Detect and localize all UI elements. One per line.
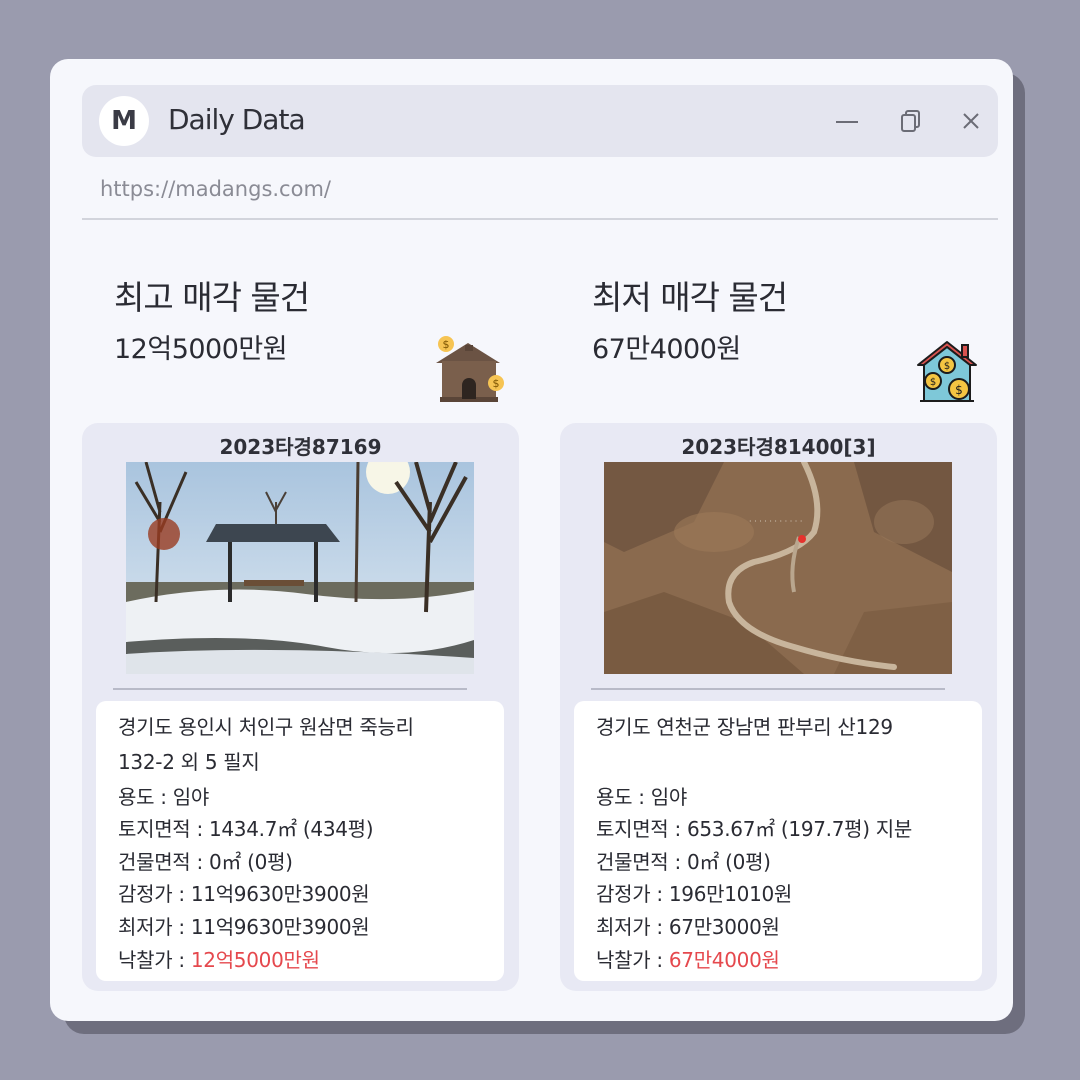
property-info: 경기도 연천군 장남면 판부리 산129 용도 : 임야 토지면적 : 653.… — [574, 701, 982, 981]
minimum-price-text: 최저가 : 11억9630만3900원 — [118, 915, 370, 939]
card-divider — [591, 688, 945, 690]
case-number: 2023타경87169 — [219, 435, 382, 459]
lowest-sale-card[interactable]: 2023타경81400[3] · · · · · · · · · · · 경기도… — [560, 423, 997, 991]
address-line-1: 경기도 용인시 처인구 원삼면 죽능리 — [118, 715, 414, 739]
restore-icon — [901, 110, 920, 132]
minimize-button[interactable] — [831, 105, 863, 137]
winning-bid-label: 낙찰가 : — [596, 948, 669, 972]
property-photo — [126, 462, 474, 674]
svg-text:$: $ — [493, 377, 500, 390]
address-line-2: 132-2 외 5 필지 — [118, 750, 260, 774]
building-area-text: 건물면적 : 0㎡ (0평) — [118, 850, 293, 874]
winning-bid-label: 낙찰가 : — [118, 948, 191, 972]
lowest-sale-price: 67만4000원 — [592, 334, 741, 365]
svg-text:$: $ — [955, 383, 963, 397]
property-photo: · · · · · · · · · · · — [604, 462, 952, 674]
winning-bid-value: 12억5000만원 — [190, 948, 320, 972]
usage-text: 용도 : 임야 — [118, 785, 209, 809]
address-line-1: 경기도 연천군 장남면 판부리 산129 — [596, 715, 893, 739]
header-divider — [82, 218, 998, 220]
close-icon — [963, 113, 979, 129]
building-area-text: 건물면적 : 0㎡ (0평) — [596, 850, 771, 874]
money-house-icon: $ $ — [436, 336, 504, 402]
url-text[interactable]: https://madangs.com/ — [100, 177, 331, 201]
highest-sale-price: 12억5000만원 — [114, 334, 288, 365]
winning-bid-text: 낙찰가 : 67만4000원 — [596, 944, 780, 973]
land-area-text: 토지면적 : 1434.7㎡ (434평) — [118, 817, 374, 841]
title-bar: M Daily Data — [82, 85, 998, 157]
highest-sale-card[interactable]: 2023타경87169 경기도 용인시 처인구 원삼면 죽능리 132-2 외 … — [82, 423, 519, 991]
appraisal-price-text: 감정가 : 196만1010원 — [596, 882, 793, 906]
house-coins-icon: $ $ $ — [917, 341, 977, 402]
restore-button[interactable] — [895, 105, 927, 137]
winning-bid-value: 67만4000원 — [668, 948, 780, 972]
usage-text: 용도 : 임야 — [596, 785, 687, 809]
browser-window: M Daily Data https://madangs.com/ 최고 매각 … — [50, 59, 1013, 1021]
case-number: 2023타경81400[3] — [681, 435, 876, 459]
winning-bid-text: 낙찰가 : 12억5000만원 — [118, 944, 320, 973]
property-info: 경기도 용인시 처인구 원삼면 죽능리 132-2 외 5 필지 용도 : 임야… — [96, 701, 504, 981]
minimize-icon — [836, 121, 858, 123]
svg-text:$: $ — [930, 377, 936, 388]
land-area-text: 토지면적 : 653.67㎡ (197.7평) 지분 — [596, 817, 913, 841]
svg-text:· · · · · · · · · · ·: · · · · · · · · · · · — [749, 517, 802, 526]
svg-text:$: $ — [443, 338, 450, 351]
minimum-price-text: 최저가 : 67만3000원 — [596, 915, 780, 939]
app-logo[interactable]: M — [99, 96, 149, 146]
card-divider — [113, 688, 467, 690]
lowest-sale-heading: 최저 매각 물건 — [592, 278, 788, 317]
svg-text:$: $ — [944, 361, 950, 372]
appraisal-price-text: 감정가 : 11억9630만3900원 — [118, 882, 370, 906]
close-button[interactable] — [955, 105, 987, 137]
app-title: Daily Data — [168, 103, 306, 136]
highest-sale-heading: 최고 매각 물건 — [114, 278, 310, 317]
